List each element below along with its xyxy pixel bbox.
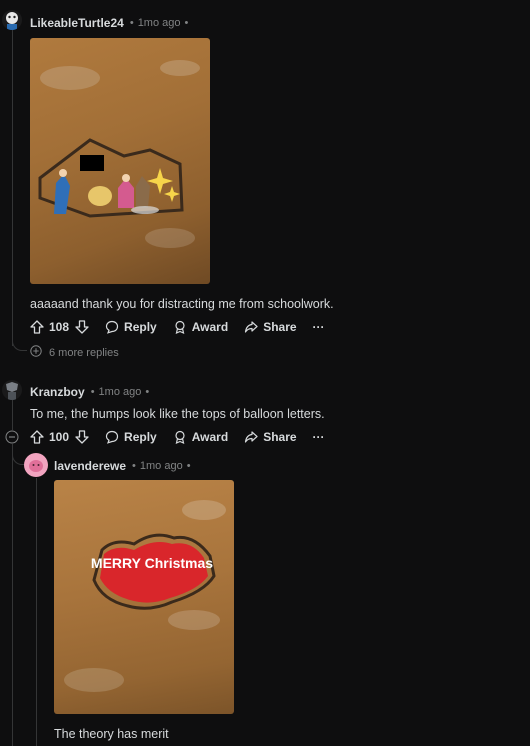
avatar[interactable] — [2, 10, 22, 30]
more-replies-label: 6 more replies — [49, 346, 119, 359]
comment-actions: 100 Reply Award Share ··· — [30, 429, 341, 445]
reply-button[interactable]: Reply — [105, 430, 157, 444]
reply-button[interactable]: Reply — [105, 320, 157, 334]
more-options-icon: ··· — [312, 430, 325, 444]
avatar[interactable] — [2, 380, 22, 400]
more-options-button[interactable]: ··· — [313, 320, 325, 334]
meta-dot: • — [90, 386, 95, 398]
meta-dot: • — [145, 386, 150, 398]
more-options-icon: ··· — [312, 320, 325, 334]
expand-icon — [30, 345, 42, 360]
timestamp[interactable]: 1mo ago — [99, 386, 142, 398]
timestamp[interactable]: 1mo ago — [140, 460, 183, 472]
more-options-button[interactable]: ··· — [313, 430, 325, 444]
share-label: Share — [263, 430, 297, 444]
more-replies-link[interactable]: 6 more replies — [30, 345, 119, 360]
comment-image[interactable]: MERRY Christmas — [54, 480, 234, 714]
share-icon — [244, 320, 258, 334]
comment-header: lavenderewe • 1mo ago • — [54, 459, 191, 473]
vote-count: 100 — [49, 430, 70, 444]
comment-header: LikeableTurtle24 • 1mo ago • — [30, 16, 188, 30]
meta-dot: • — [184, 17, 189, 29]
award-button[interactable]: Award — [173, 430, 228, 444]
award-icon — [173, 430, 187, 444]
comment-actions: 108 Reply Award Share ··· — [30, 319, 341, 335]
comment-header: Kranzboy • 1mo ago • — [30, 385, 149, 399]
username[interactable]: LikeableTurtle24 — [30, 16, 124, 30]
timestamp[interactable]: 1mo ago — [138, 17, 181, 29]
comment-text: The theory has merit — [54, 727, 169, 741]
comment-image[interactable] — [30, 38, 210, 284]
vote-group: 100 — [30, 430, 89, 444]
reply-label: Reply — [124, 430, 157, 444]
comment-text: To me, the humps look like the tops of b… — [30, 407, 325, 421]
thread-curve — [12, 334, 27, 351]
thread-line[interactable] — [12, 30, 13, 346]
cookie-cutter-illustration — [38, 60, 200, 248]
collapse-button[interactable] — [5, 430, 19, 444]
cookie-cutter-illustration: MERRY Christmas — [64, 500, 226, 692]
share-button[interactable]: Share — [244, 320, 297, 334]
share-icon — [244, 430, 258, 444]
reply-label: Reply — [124, 320, 157, 334]
downvote-icon[interactable] — [75, 430, 89, 444]
comment-text: aaaaand thank you for distracting me fro… — [30, 297, 334, 311]
downvote-icon[interactable] — [75, 320, 89, 334]
vote-count: 108 — [49, 320, 70, 334]
meta-dot: • — [132, 460, 136, 472]
share-button[interactable]: Share — [244, 430, 297, 444]
award-label: Award — [191, 430, 229, 444]
vote-group: 108 — [30, 320, 89, 334]
meta-dot: • — [186, 460, 191, 472]
username[interactable]: Kranzboy — [30, 385, 85, 399]
share-label: Share — [263, 320, 297, 334]
reply-icon — [105, 430, 119, 444]
username[interactable]: lavenderewe — [54, 459, 126, 473]
thread-curve — [12, 446, 25, 465]
award-icon — [173, 320, 187, 334]
avatar[interactable] — [24, 453, 48, 477]
reply-icon — [105, 320, 119, 334]
award-label: Award — [191, 320, 229, 334]
meta-dot: • — [129, 17, 134, 29]
image-text: MERRY Christmas — [91, 555, 213, 571]
collapse-icon — [5, 430, 19, 448]
award-button[interactable]: Award — [173, 320, 228, 334]
upvote-icon[interactable] — [30, 430, 44, 444]
thread-line[interactable] — [36, 478, 37, 746]
upvote-icon[interactable] — [30, 320, 44, 334]
